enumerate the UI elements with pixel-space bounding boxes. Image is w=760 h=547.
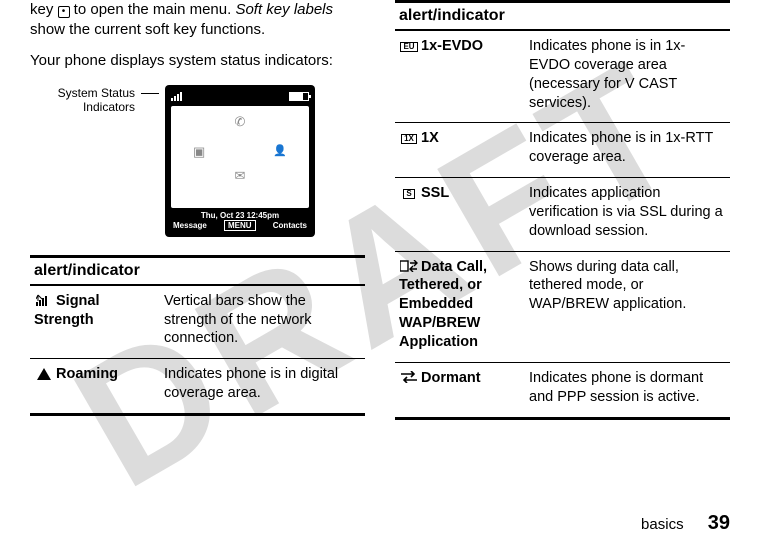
globe-icon: ✆ [235,114,246,130]
row-name: 1x-EVDO [421,38,483,54]
intro-paragraph-1: key • to open the main menu. Soft key la… [30,0,365,41]
softkey-row: Message MENU Contacts [171,220,309,231]
table-row: Data Call, Tethered, or Embedded WAP/BRE… [395,251,730,362]
phone-datetime: Thu, Oct 23 12:45pm [171,211,309,220]
system-status-label: System Status Indicators [30,85,135,115]
battery-icon [289,92,309,101]
table-row: SSSL Indicates application verification … [395,178,730,252]
row-name: Roaming [56,366,118,382]
row-name: 1X [421,130,439,146]
softkey-left: Message [171,220,209,231]
person-icon: 👤 [273,144,287,157]
row-desc: Vertical bars show the strength of the n… [160,285,365,359]
row-name: Dormant [421,370,481,386]
table-row: EU1x-EVDO Indicates phone is in 1x-EVDO … [395,30,730,123]
callout-line [141,93,159,94]
evdo-icon: EU [399,37,419,54]
camera-icon: ▣ [193,144,205,160]
roaming-icon [34,365,54,382]
row-desc: Indicates phone is in 1x-RTT coverage ar… [525,123,730,178]
intro-text-2: to open the main menu. [70,1,236,18]
intro-text-1: key [30,1,58,18]
row-desc: Indicates application verification is vi… [525,178,730,252]
row-name: SSL [421,185,449,201]
phone-screen: ✆ ▣ 👤 ✉ Thu, Oct 23 12:45pm Message MENU… [165,85,315,237]
screen-body: ✆ ▣ 👤 ✉ [171,106,309,208]
envelope-icon: ✉ [235,168,246,184]
right-table-header: alert/indicator [395,2,730,31]
row-desc: Shows during data call, tethered mode, o… [525,251,730,362]
dormant-icon [399,369,419,386]
softkey-middle: MENU [224,220,256,231]
right-column: alert/indicator EU1x-EVDO Indicates phon… [395,0,730,420]
table-row: Roaming Indicates phone is in digital co… [30,359,365,415]
left-table-header: alert/indicator [30,256,365,285]
left-alert-table: alert/indicator Signal Strength Vertical… [30,255,365,416]
signal-bars-icon [171,92,182,101]
ssl-icon: S [399,184,419,201]
phone-screen-figure: System Status Indicators ✆ ▣ 👤 ✉ Thu, Oc… [30,85,365,237]
page-footer: basics 39 [641,512,730,535]
signal-strength-icon [34,292,54,309]
data-call-icon [399,258,419,275]
row-desc: Indicates phone is in 1x-EVDO coverage a… [525,30,730,123]
status-bar [171,91,309,103]
row-desc: Indicates phone is dormant and PPP sessi… [525,362,730,418]
right-alert-table: alert/indicator EU1x-EVDO Indicates phon… [395,0,730,420]
softkey-right: Contacts [271,220,309,231]
table-row: Signal Strength Vertical bars show the s… [30,285,365,359]
row-desc: Indicates phone is in digital coverage a… [160,359,365,415]
footer-page-number: 39 [708,512,730,534]
intro-paragraph-2: Your phone displays system status indica… [30,51,365,71]
table-row: Dormant Indicates phone is dormant and P… [395,362,730,418]
left-column: key • to open the main menu. Soft key la… [30,0,365,420]
center-key-glyph: • [58,6,70,18]
intro-italic: Soft key labels [235,1,333,18]
onex-icon: 1X [399,129,419,146]
intro-text-3: show the current soft key functions. [30,21,265,38]
table-row: 1X1X Indicates phone is in 1x-RTT covera… [395,123,730,178]
footer-section: basics [641,516,684,533]
